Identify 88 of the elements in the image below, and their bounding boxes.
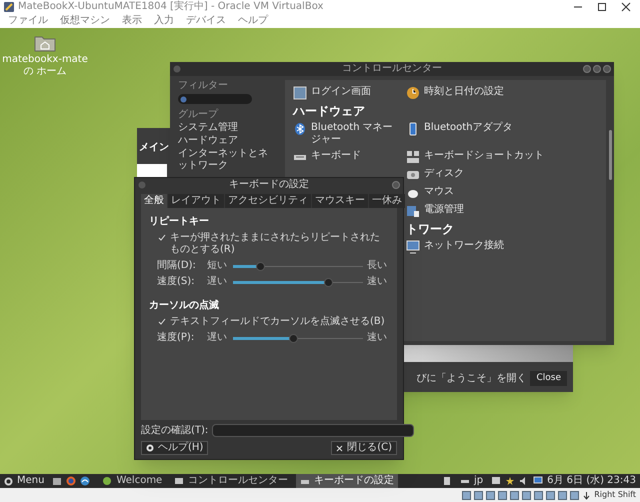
scrollbar-thumb[interactable]	[609, 130, 612, 180]
browser-icon[interactable]	[66, 476, 76, 486]
control-center-item[interactable]: ディスク	[406, 168, 594, 182]
control-center-item[interactable]: Bluetoothアダプタ	[406, 122, 594, 146]
text-field[interactable]	[212, 424, 414, 437]
slider-max-label: 速い	[367, 332, 388, 344]
taskbar-item[interactable]: キーボードの設定	[296, 474, 398, 488]
window-title: コントロールセンター	[342, 63, 442, 75]
grid-icon	[406, 150, 420, 164]
swirl-icon[interactable]	[80, 476, 90, 486]
menu-item[interactable]: 入力	[154, 15, 174, 27]
checkbox-label: キーが押されたままにされたらリピートされたものとする(R)	[170, 232, 381, 256]
taskbar-item[interactable]: コントロールセンター	[170, 474, 292, 488]
bluetooth-icon	[293, 122, 307, 136]
checkbox[interactable]	[157, 317, 166, 326]
section-heading: カーソルの点滅	[149, 300, 220, 312]
arrow-icon	[582, 490, 592, 500]
help-button[interactable]: ヘルプ(H)	[141, 441, 208, 455]
control-center-item[interactable]: ログイン画面	[293, 86, 406, 100]
star-icon[interactable]	[505, 476, 516, 486]
slider-label: 速度(S):	[157, 276, 196, 288]
sidebar-item[interactable]: システム管理	[178, 122, 277, 134]
slider-min-label: 短い	[207, 260, 228, 272]
home-folder-icon[interactable]	[34, 34, 56, 52]
slider[interactable]	[233, 278, 363, 286]
tab[interactable]: 全般	[141, 194, 167, 208]
slider-thumb[interactable]	[288, 334, 298, 342]
slider-label: 間隔(D):	[157, 260, 197, 272]
control-center-item[interactable]: マウス	[406, 186, 594, 200]
sidebar-item[interactable]: インターネットとネットワーク	[178, 148, 277, 172]
sidebar-item[interactable]: ハードウェア	[178, 135, 277, 147]
checkbox[interactable]	[157, 233, 166, 242]
menu-icon	[4, 476, 13, 486]
clock-icon	[406, 86, 420, 100]
menu-item[interactable]: 表示	[122, 15, 142, 27]
desktop-icon-label: matebookx-mateの ホーム	[1, 54, 89, 78]
close-icon	[336, 444, 344, 452]
menu-item[interactable]: 仮想マシン	[60, 15, 110, 27]
control-center-item[interactable]: 時刻と日付の設定	[406, 86, 594, 100]
battery-icon	[406, 204, 420, 218]
screen-icon	[293, 86, 307, 100]
control-center-item[interactable]: キーボード	[293, 150, 406, 164]
tab[interactable]: レイアウト	[168, 194, 224, 208]
close-icon[interactable]	[620, 2, 632, 12]
group-label: グループ	[178, 109, 220, 121]
slider-thumb[interactable]	[256, 262, 266, 270]
section-heading: リピートキー	[149, 216, 210, 228]
control-center-item[interactable]: 電源管理	[406, 204, 594, 218]
tab-label: メイン	[139, 142, 169, 154]
taskbar-item[interactable]: Welcome	[98, 474, 166, 488]
control-center-item[interactable]: Bluetooth マネージャー	[293, 122, 406, 146]
checkbox-label: テキストフィールドでカーソルを点滅させる(B)	[170, 316, 385, 328]
control-center-item[interactable]: ネットワーク接続	[406, 240, 594, 254]
close-button[interactable]: 閉じる(C)	[331, 441, 397, 455]
section-heading: トワーク	[406, 222, 455, 236]
app-logo-icon	[4, 2, 14, 12]
slider[interactable]	[233, 334, 363, 342]
window-title: キーボードの設定	[229, 179, 309, 191]
close-button[interactable]: Close	[530, 371, 567, 386]
tab[interactable]: マウスキー	[312, 194, 368, 208]
menu-item[interactable]: ファイル	[8, 15, 48, 27]
slider-min-label: 遅い	[207, 332, 228, 344]
filter-label: フィルター	[178, 80, 229, 92]
field-label: 設定の確認(T):	[141, 424, 208, 436]
menu-item[interactable]: ヘルプ	[238, 15, 268, 27]
search-field[interactable]	[178, 94, 252, 104]
content-pane	[137, 164, 167, 178]
help-icon	[146, 444, 154, 452]
section-heading: ハードウェア	[293, 104, 366, 118]
panel-icon	[174, 476, 184, 486]
control-center-item[interactable]: キーボードショートカット	[406, 150, 594, 164]
window-title: MateBookX-UbuntuMATE1804 [実行中] - Oracle VM VirtualBox	[18, 1, 324, 13]
dot-icon	[102, 476, 112, 486]
clock: 6月 6日 (水) 23:43	[547, 475, 636, 487]
slider-label: 速度(P):	[157, 332, 196, 344]
tab[interactable]: 一休み	[369, 194, 405, 208]
startup-option-text: びに「ようこそ」を開く	[416, 372, 526, 384]
keyboard-layout-indicator[interactable]: jp	[456, 475, 488, 487]
host-key-label: Right Shift	[594, 490, 636, 500]
slider-thumb[interactable]	[324, 278, 333, 286]
tab[interactable]: アクセシビリティ	[225, 194, 311, 208]
slider-min-label: 遅い	[207, 276, 228, 288]
slider[interactable]	[233, 262, 363, 270]
slider-max-label: 長い	[367, 260, 388, 272]
menu-button[interactable]: Menu	[4, 475, 48, 487]
slider-max-label: 速い	[367, 276, 388, 288]
menu-item[interactable]: デバイス	[186, 15, 226, 27]
maximize-icon[interactable]	[596, 2, 608, 12]
